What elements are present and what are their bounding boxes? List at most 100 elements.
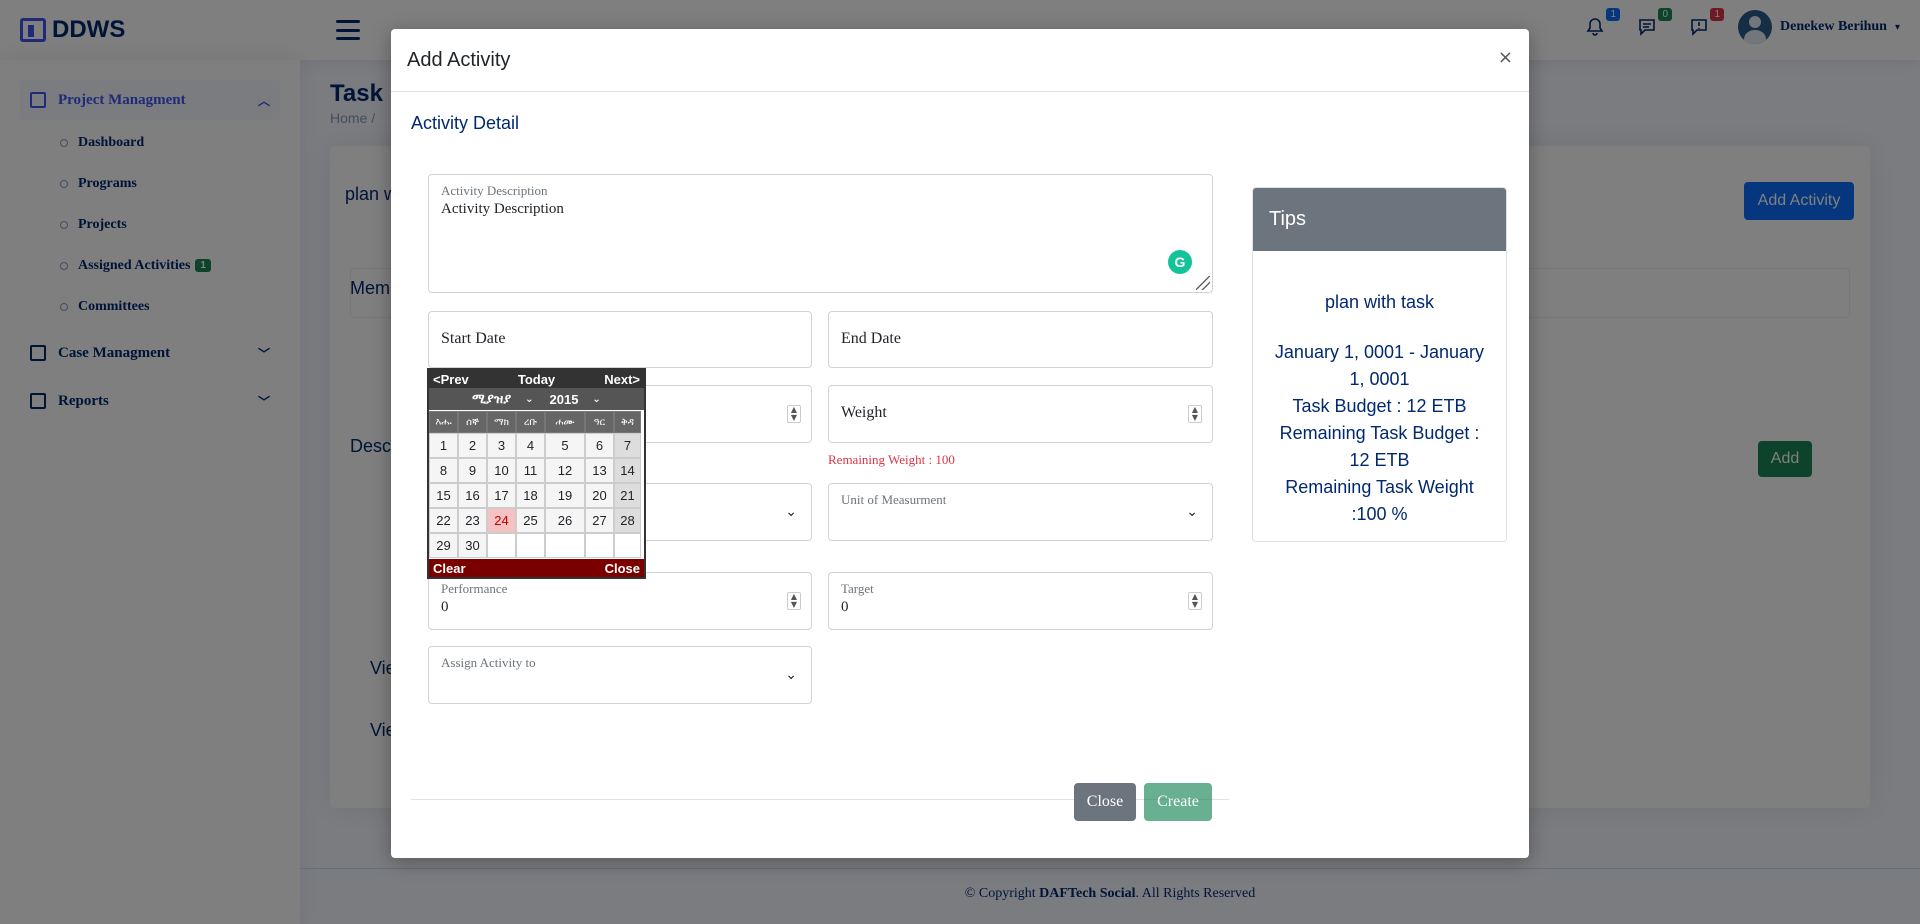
weekday-header: ቅዳ xyxy=(614,411,641,433)
calendar-day[interactable]: 30 xyxy=(458,533,487,558)
today-button[interactable]: Today xyxy=(518,372,555,387)
calendar-day[interactable]: 27 xyxy=(585,508,614,533)
weight-placeholder: Weight xyxy=(841,404,887,421)
section-title: Activity Detail xyxy=(411,113,520,133)
calendar-close-button[interactable]: Close xyxy=(605,561,640,576)
chevron-down-icon: ⌄ xyxy=(785,504,797,520)
end-date-field[interactable]: End Date xyxy=(828,311,1213,368)
tips-task-budget: Task Budget : 12 ETB xyxy=(1292,396,1467,416)
chevron-down-icon: ⌄ xyxy=(592,393,601,405)
chevron-down-icon: ⌄ xyxy=(1186,504,1198,520)
calendar-empty-cell xyxy=(614,533,641,558)
modal-title: Add Activity xyxy=(407,48,511,71)
month-value: ሚያዝያ xyxy=(472,391,512,406)
chevron-down-icon: ⌄ xyxy=(525,393,534,405)
weight-field[interactable]: Weight ▲ ▼ xyxy=(828,385,1213,443)
weekday-header: ዓር xyxy=(585,411,614,433)
calendar-empty-cell xyxy=(545,533,585,558)
tips-date-range: January 1, 0001 - January 1, 0001 xyxy=(1274,342,1485,389)
calendar-day[interactable]: 18 xyxy=(516,483,545,508)
calendar-day[interactable]: 14 xyxy=(614,458,641,483)
unit-label: Unit of Measurment xyxy=(841,492,947,507)
grammarly-icon[interactable]: G xyxy=(1168,250,1192,274)
calendar-day[interactable]: 1 xyxy=(429,433,458,458)
calendar-day[interactable]: 8 xyxy=(429,458,458,483)
stepper-icon[interactable]: ▲ ▼ xyxy=(787,592,801,610)
weekday-header: ረቡ xyxy=(516,411,545,433)
calendar-day[interactable]: 28 xyxy=(614,508,641,533)
tips-body: plan with task January 1, 0001 - January… xyxy=(1253,251,1506,528)
calendar-day[interactable]: 4 xyxy=(516,433,545,458)
calendar-day[interactable]: 11 xyxy=(516,458,545,483)
performance-field[interactable]: Performance 0 ▲ ▼ xyxy=(428,572,812,630)
calendar-empty-cell xyxy=(516,533,545,558)
calendar-empty-cell xyxy=(585,533,614,558)
modal-header: Add Activity xyxy=(391,29,1529,92)
date-picker: <Prev Today Next> ሚያዝያ ⌄ 2015 ⌄ እሑ ሰኞ ማክ ረቡ ሐሙ… xyxy=(427,368,646,579)
start-date-field[interactable]: Start Date xyxy=(428,311,812,368)
calendar-nav: <Prev Today Next> xyxy=(429,370,644,388)
stepper-icon[interactable]: ▲ ▼ xyxy=(1188,405,1202,423)
calendar-day[interactable]: 9 xyxy=(458,458,487,483)
weekday-header: ሐሙ xyxy=(545,411,585,433)
calendar-grid: እሑ ሰኞ ማክ ረቡ ሐሙ ዓር ቅዳ 1 2 3 4 5 6 7 8 9 10 11 12 13 14 15 16 17 1… xyxy=(429,411,644,558)
calendar-day[interactable]: 6 xyxy=(585,433,614,458)
tips-card: Tips plan with task January 1, 0001 - Ja… xyxy=(1252,187,1507,542)
calendar-day[interactable]: 21 xyxy=(614,483,641,508)
calendar-day[interactable]: 16 xyxy=(458,483,487,508)
calendar-footer: Clear Close xyxy=(429,559,644,577)
tips-task-name: plan with task xyxy=(1324,292,1435,312)
target-value: 0 xyxy=(841,599,849,615)
next-month-button[interactable]: Next> xyxy=(604,372,640,387)
target-field[interactable]: Target 0 ▲ ▼ xyxy=(828,572,1213,630)
calendar-day[interactable]: 23 xyxy=(458,508,487,533)
clear-button[interactable]: Clear xyxy=(433,561,466,576)
weekday-header: ማክ xyxy=(487,411,516,433)
create-button[interactable]: Create xyxy=(1144,783,1212,821)
calendar-day[interactable]: 29 xyxy=(429,533,458,558)
assign-label: Assign Activity to xyxy=(441,655,536,670)
unit-of-measurement-select[interactable]: Unit of Measurment ⌄ xyxy=(828,483,1213,541)
calendar-day[interactable]: 20 xyxy=(585,483,614,508)
calendar-day[interactable]: 26 xyxy=(545,508,585,533)
calendar-day[interactable]: 15 xyxy=(429,483,458,508)
close-button[interactable]: Close xyxy=(1074,783,1136,821)
calendar-day[interactable]: 5 xyxy=(545,433,585,458)
weekday-header: እሑ xyxy=(429,411,458,433)
tips-title: Tips xyxy=(1253,188,1506,251)
calendar-day[interactable]: 3 xyxy=(487,433,516,458)
tips-remaining-weight: Remaining Task Weight :100 % xyxy=(1285,477,1474,524)
tips-remaining-budget: Remaining Task Budget : 12 ETB xyxy=(1279,423,1480,470)
calendar-day[interactable]: 7 xyxy=(614,433,641,458)
year-select[interactable]: 2015 ⌄ xyxy=(550,392,601,407)
calendar-selects: ሚያዝያ ⌄ 2015 ⌄ xyxy=(429,388,644,410)
end-date-placeholder: End Date xyxy=(841,330,901,347)
calendar-day[interactable]: 24 xyxy=(487,508,516,533)
calendar-day[interactable]: 22 xyxy=(429,508,458,533)
prev-month-button[interactable]: <Prev xyxy=(433,372,469,387)
month-select[interactable]: ሚያዝያ ⌄ xyxy=(472,391,533,407)
resize-handle-icon[interactable] xyxy=(1196,276,1210,290)
weekday-header: ሰኞ xyxy=(458,411,487,433)
calendar-day[interactable]: 17 xyxy=(487,483,516,508)
stepper-icon[interactable]: ▲ ▼ xyxy=(787,405,801,423)
calendar-day[interactable]: 12 xyxy=(545,458,585,483)
calendar-day[interactable]: 19 xyxy=(545,483,585,508)
assign-activity-select[interactable]: Assign Activity to ⌄ xyxy=(428,646,812,704)
performance-label: Performance xyxy=(441,581,508,596)
chevron-down-icon: ⌄ xyxy=(785,667,797,683)
stepper-icon[interactable]: ▲ ▼ xyxy=(1188,592,1202,610)
calendar-day[interactable]: 2 xyxy=(458,433,487,458)
performance-value: 0 xyxy=(441,599,449,615)
close-icon[interactable]: × xyxy=(1498,47,1513,68)
calendar-day[interactable]: 25 xyxy=(516,508,545,533)
calendar-day[interactable]: 13 xyxy=(585,458,614,483)
activity-description-value: Activity Description xyxy=(441,201,564,217)
target-label: Target xyxy=(841,581,874,596)
activity-description-label: Activity Description xyxy=(441,183,548,198)
activity-description-field[interactable]: Activity Description Activity Descriptio… xyxy=(428,174,1213,293)
start-date-placeholder: Start Date xyxy=(441,330,506,347)
calendar-day[interactable]: 10 xyxy=(487,458,516,483)
calendar-empty-cell xyxy=(487,533,516,558)
year-value: 2015 xyxy=(549,391,579,407)
